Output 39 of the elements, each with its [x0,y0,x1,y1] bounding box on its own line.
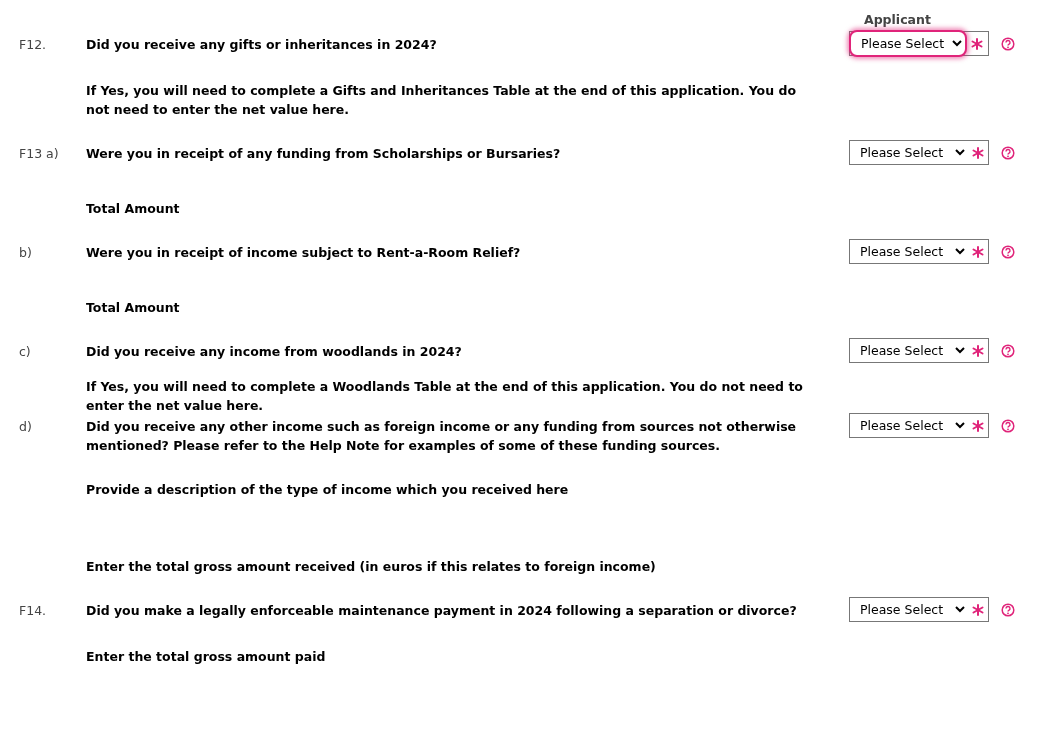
select-control[interactable]: Please Select [849,239,989,264]
column-header: Applicant [864,12,931,29]
required-icon [972,603,984,616]
required-icon [972,146,984,159]
question-text: Did you receive any other income such as foreign income or any funding from sources not otherwise mentioned? Please refer to the Help Note for examples of some of these funding sources. [86,418,798,455]
select-control[interactable]: Please Select [849,338,989,363]
question-number: b) [19,245,32,260]
instruction-text: Total Amount [86,200,181,218]
help-icon[interactable] [1001,602,1015,617]
help-icon[interactable] [1001,343,1015,358]
required-icon [972,419,984,432]
required-icon [972,245,984,258]
question-text: Did you receive any gifts or inheritances in 2024? [86,36,438,54]
question-text: Were you in receipt of income subject to Rent-a-Room Relief? [86,244,522,262]
instruction-text: Total Amount [86,299,181,317]
select-control[interactable]: Please Select [849,31,989,56]
select-control[interactable]: Please Select [849,413,989,438]
instruction-text: Enter the total gross amount received (in euros if this relates to foreign income) [86,558,657,576]
question-text: Did you make a legally enforceable maintenance payment in 2024 following a separation or divorce? [86,602,798,620]
question-number: F12. [19,37,47,52]
instruction-text: Provide a description of the type of income which you received here [86,481,570,499]
dropdown[interactable]: Please Select [849,30,967,57]
question-number: c) [19,344,31,359]
question-text: Were you in receipt of any funding from Scholarships or Bursaries? [86,145,562,163]
help-icon[interactable] [1001,418,1015,433]
question-number: d) [19,419,32,434]
question-number: F14. [19,603,47,618]
instruction-text: If Yes, you will need to complete a Gifts and Inheritances Table at the end of this application. You do not need to enter the net value here. [86,82,797,119]
select-control[interactable]: Please Select [849,597,989,622]
instruction-text: Enter the total gross amount paid [86,648,327,666]
help-icon[interactable] [1001,244,1015,259]
instruction-text: If Yes, you will need to complete a Woodlands Table at the end of this application. You do not need to enter the net value here. [86,378,804,415]
select-control[interactable]: Please Select [849,140,989,165]
help-icon[interactable] [1001,145,1015,160]
required-icon [971,37,983,50]
required-icon [972,344,984,357]
question-number: F13 a) [19,146,59,161]
question-text: Did you receive any income from woodlands in 2024? [86,343,463,361]
help-icon[interactable] [1001,36,1015,51]
